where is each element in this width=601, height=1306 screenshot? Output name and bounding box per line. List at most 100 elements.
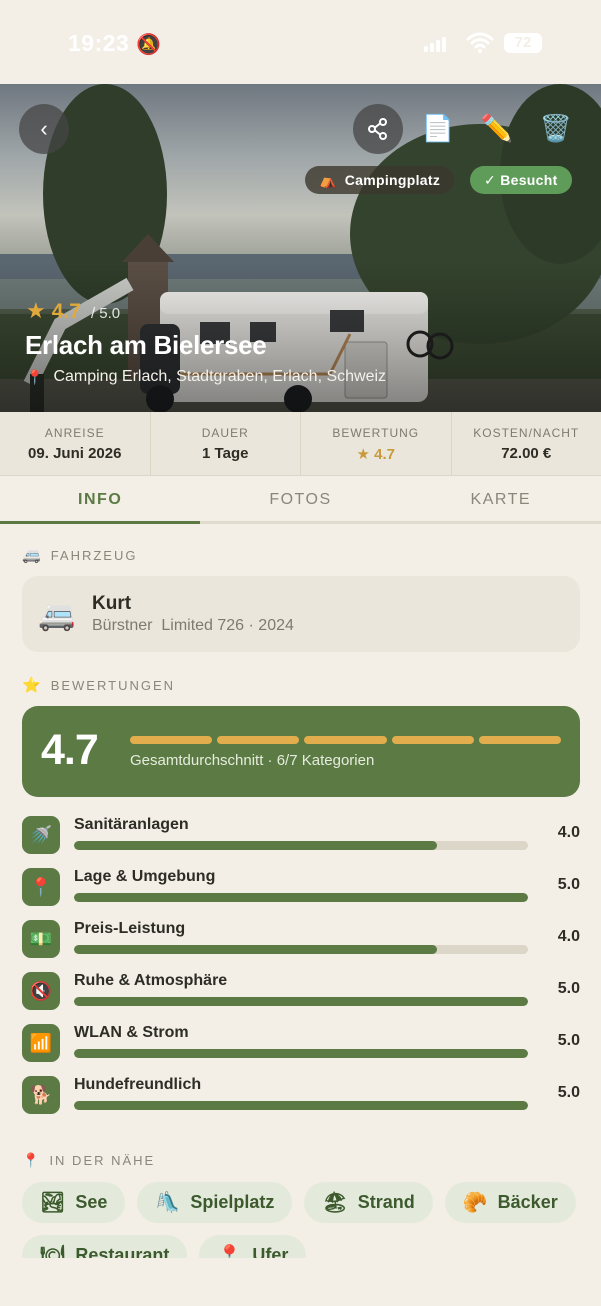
van-icon: 🚐 <box>22 547 43 564</box>
tab-bar: INFO FOTOS KARTE <box>0 477 601 524</box>
category-score: 5.0 <box>557 1032 580 1049</box>
rating-category-row: 💵 Preis-Leistung 4.0 <box>22 920 580 960</box>
category-label: Lage & Umgebung <box>74 868 216 885</box>
category-progress-bar <box>74 1101 528 1110</box>
battery-indicator: 72 <box>504 33 542 53</box>
location-pin-icon: 📍 <box>26 368 44 385</box>
rating-category-row: 🔇 Ruhe & Atmosphäre 5.0 <box>22 972 580 1012</box>
category-progress-fill <box>74 1049 528 1058</box>
trash-icon[interactable]: 🗑️ <box>538 110 574 146</box>
status-bar: 19:23 🔕 72 <box>0 0 601 84</box>
rating-category-row: 📶 WLAN & Strom 5.0 <box>22 1024 580 1064</box>
shower-icon: 🚿 <box>22 816 60 854</box>
nearby-chip[interactable]: 🏖 Strand <box>304 1182 433 1223</box>
visited-badge[interactable]: ✓ Besucht <box>470 166 572 194</box>
croissant-icon: 🥐 <box>462 1192 488 1214</box>
overall-caption: Gesamtdurchschnitt · 6/7 Kategorien <box>130 752 375 769</box>
category-label: Hundefreundlich <box>74 1076 202 1093</box>
hero-rating: ★ 4.7 / 5.0 <box>26 298 120 324</box>
nearby-section-heading: 📍 IN DER NÄHE <box>22 1152 155 1169</box>
rating-max: / 5.0 <box>90 305 121 322</box>
category-label: Preis-Leistung <box>74 920 186 937</box>
chip-label: Bäcker <box>497 1192 558 1212</box>
category-label: Campingplatz <box>344 172 441 188</box>
ratings-section-heading: ⭐ BEWERTUNGEN <box>22 676 175 694</box>
dog-icon: 🐕 <box>22 1076 60 1114</box>
category-progress-fill <box>74 945 438 954</box>
playground-icon: 🛝 <box>155 1192 181 1214</box>
status-time: 19:23 <box>68 30 130 56</box>
stat-label: DAUER <box>201 426 249 440</box>
pencil-edit-icon[interactable]: ✏️ <box>479 110 515 146</box>
category-score: 5.0 <box>557 1084 580 1101</box>
document-icon[interactable]: 📄 <box>420 110 456 146</box>
nearby-chip[interactable]: 🏞 See <box>22 1182 126 1223</box>
chip-label: Spielplatz <box>190 1192 275 1212</box>
wifi-status-icon <box>466 32 494 53</box>
category-badge: ⛺ Campingplatz <box>305 166 455 194</box>
share-icon <box>368 118 387 140</box>
stat-duration: DAUER 1 Tage <box>151 412 301 475</box>
category-progress-fill <box>74 997 528 1006</box>
chip-label: Strand <box>357 1192 415 1212</box>
category-label: Ruhe & Atmosphäre <box>74 972 228 989</box>
section-heading-text: BEWERTUNGEN <box>50 677 176 693</box>
rating-category-row: 🚿 Sanitäranlagen 4.0 <box>22 816 580 856</box>
visited-label: ✓ Besucht <box>484 171 558 188</box>
lake-icon: 🏞 <box>40 1192 66 1214</box>
place-title: Erlach am Bielersee <box>25 330 267 360</box>
chevron-left-icon: ‹ <box>40 116 48 141</box>
wifi-icon: 📶 <box>22 1024 60 1062</box>
muted-speaker-icon: 🔇 <box>22 972 60 1010</box>
tab-photos[interactable]: FOTOS <box>200 477 400 521</box>
stat-value: 09. Juni 2026 <box>28 445 122 462</box>
tab-info[interactable]: INFO <box>0 477 201 524</box>
section-heading-text: IN DER NÄHE <box>49 1153 156 1168</box>
category-score: 5.0 <box>557 980 580 997</box>
section-heading-text: FAHRZEUG <box>50 547 138 563</box>
stat-value: 72.00 € <box>501 445 552 462</box>
category-progress-bar <box>74 997 528 1006</box>
vehicle-section-heading: 🚐 FAHRZEUG <box>22 546 137 564</box>
beach-icon: 🏖 <box>322 1192 348 1214</box>
tent-icon: ⛺ <box>319 171 337 188</box>
nearby-chip[interactable]: 🥐 Bäcker <box>444 1182 576 1223</box>
stat-arrival: ANREISE 09. Juni 2026 <box>0 412 151 475</box>
stat-label: ANREISE <box>44 426 105 440</box>
category-progress-fill <box>74 1101 528 1110</box>
place-address: 📍 Camping Erlach, Stadtgraben, Erlach, S… <box>26 368 386 386</box>
trip-stats: ANREISE 09. Juni 2026 DAUER 1 Tage BEWER… <box>0 412 601 476</box>
category-progress-fill <box>74 841 438 850</box>
stat-label: KOSTEN/NACHT <box>473 426 580 440</box>
category-progress-bar <box>74 841 528 850</box>
rating-category-row: 📍 Lage & Umgebung 5.0 <box>22 868 580 908</box>
overall-score: 4.7 <box>41 726 99 774</box>
stat-label: BEWERTUNG <box>332 426 420 440</box>
silent-bell-icon: 🔕 <box>136 34 161 56</box>
cellular-signal-icon <box>424 36 448 52</box>
overall-score-card: 4.7 Gesamtdurchschnitt · 6/7 Kategorien <box>22 706 580 797</box>
stat-value: 1 Tage <box>202 445 249 462</box>
address-text: Camping Erlach, Stadtgraben, Erlach, Sch… <box>53 368 387 385</box>
location-pin-icon: 📍 <box>22 868 60 906</box>
back-button[interactable]: ‹ <box>19 104 69 154</box>
vehicle-name: Kurt <box>92 593 132 614</box>
star-icon: ⭐ <box>22 677 43 694</box>
category-score: 4.0 <box>557 824 580 841</box>
vehicle-details: Bürstner Limited 726 · 2024 <box>92 617 294 634</box>
category-label: WLAN & Strom <box>74 1024 189 1041</box>
share-button[interactable] <box>353 104 403 154</box>
location-pin-icon: 📍 <box>22 1152 42 1168</box>
category-score: 4.0 <box>557 928 580 945</box>
category-progress-bar <box>74 1049 528 1058</box>
vehicle-card[interactable]: 🚐 Kurt Bürstner Limited 726 · 2024 <box>22 576 580 652</box>
stat-rating: BEWERTUNG ★ 4.7 <box>301 412 452 475</box>
score-segments <box>130 736 562 744</box>
rating-value: 4.7 <box>51 300 81 323</box>
tab-map[interactable]: KARTE <box>401 477 601 521</box>
nearby-chip[interactable]: 🛝 Spielplatz <box>137 1182 293 1223</box>
money-icon: 💵 <box>22 920 60 958</box>
van-icon: 🚐 <box>38 599 76 632</box>
category-progress-bar <box>74 893 528 902</box>
chip-label: See <box>75 1192 108 1212</box>
